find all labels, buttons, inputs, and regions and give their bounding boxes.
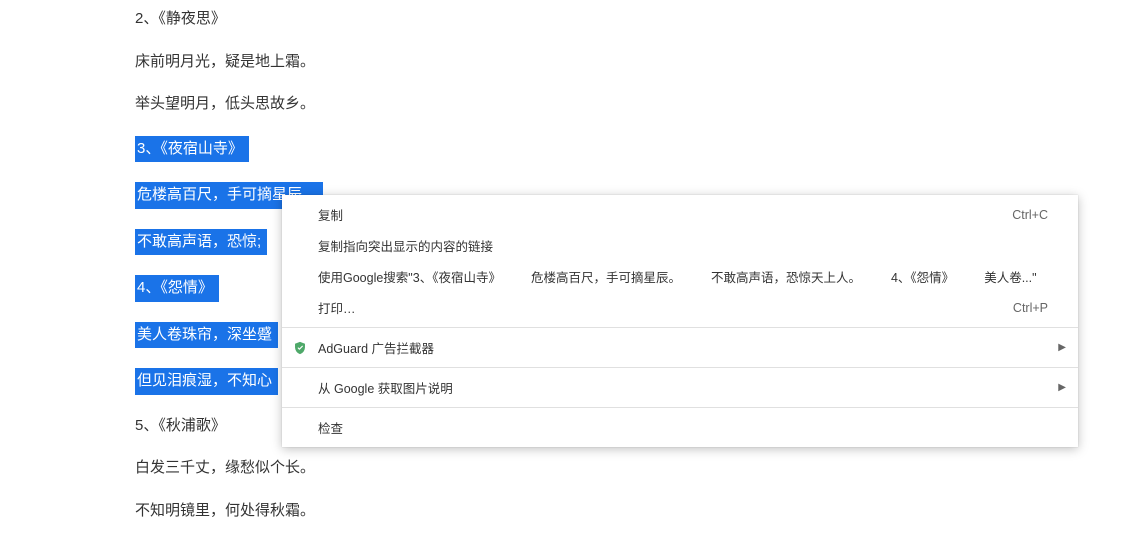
text-line: 不知明镜里，何处得秋霜。 — [135, 500, 315, 523]
heading-5: 5、《秋浦歌》 — [135, 415, 226, 438]
menu-item-copy[interactable]: 复制 Ctrl+C — [282, 199, 1078, 230]
menu-item-image-desc[interactable]: 从 Google 获取图片说明 ▶ — [282, 372, 1078, 403]
menu-item-inspect[interactable]: 检查 — [282, 412, 1078, 443]
menu-divider — [282, 367, 1078, 368]
heading-3-selected: 3、《夜宿山寺》 — [135, 136, 249, 163]
menu-label: 检查 — [318, 418, 1048, 437]
text-line: 举头望明月，低头思故乡。 — [135, 93, 315, 116]
text-line: 床前明月光，疑是地上霜。 — [135, 51, 315, 74]
text-line-selected: 但见泪痕湿，不知心 — [135, 368, 278, 395]
menu-item-adguard[interactable]: AdGuard 广告拦截器 ▶ — [282, 332, 1078, 363]
menu-divider — [282, 407, 1078, 408]
menu-label: 复制指向突出显示的内容的链接 — [318, 236, 1048, 255]
text-line: 白发三千丈，缘愁似个长。 — [135, 457, 315, 480]
menu-shortcut: Ctrl+C — [1012, 208, 1048, 222]
menu-item-copy-link[interactable]: 复制指向突出显示的内容的链接 — [282, 230, 1078, 261]
text-line-selected: 不敢高声语，恐惊; — [135, 229, 267, 256]
menu-label: 打印… — [318, 298, 997, 317]
menu-label: AdGuard 广告拦截器 — [318, 338, 1048, 357]
menu-label: 从 Google 获取图片说明 — [318, 378, 1048, 397]
chevron-right-icon: ▶ — [1058, 342, 1066, 353]
menu-label: 复制 — [318, 205, 996, 224]
menu-item-search[interactable]: 使用Google搜索"3、《夜宿山寺》 危楼高百尺，手可摘星辰。 不敢高声语，恐… — [282, 261, 1078, 292]
heading-2: 2、《静夜思》 — [135, 8, 226, 31]
chevron-right-icon: ▶ — [1058, 382, 1066, 393]
text-line-selected: 美人卷珠帘，深坐蹙 — [135, 322, 278, 349]
menu-label: 使用Google搜索"3、《夜宿山寺》 危楼高百尺，手可摘星辰。 不敢高声语，恐… — [318, 267, 1048, 286]
shield-icon — [292, 340, 308, 356]
heading-4-selected: 4、《怨情》 — [135, 275, 219, 302]
menu-divider — [282, 327, 1078, 328]
menu-shortcut: Ctrl+P — [1013, 301, 1048, 315]
menu-item-print[interactable]: 打印… Ctrl+P — [282, 292, 1078, 323]
context-menu: 复制 Ctrl+C 复制指向突出显示的内容的链接 使用Google搜索"3、《夜… — [282, 195, 1078, 447]
